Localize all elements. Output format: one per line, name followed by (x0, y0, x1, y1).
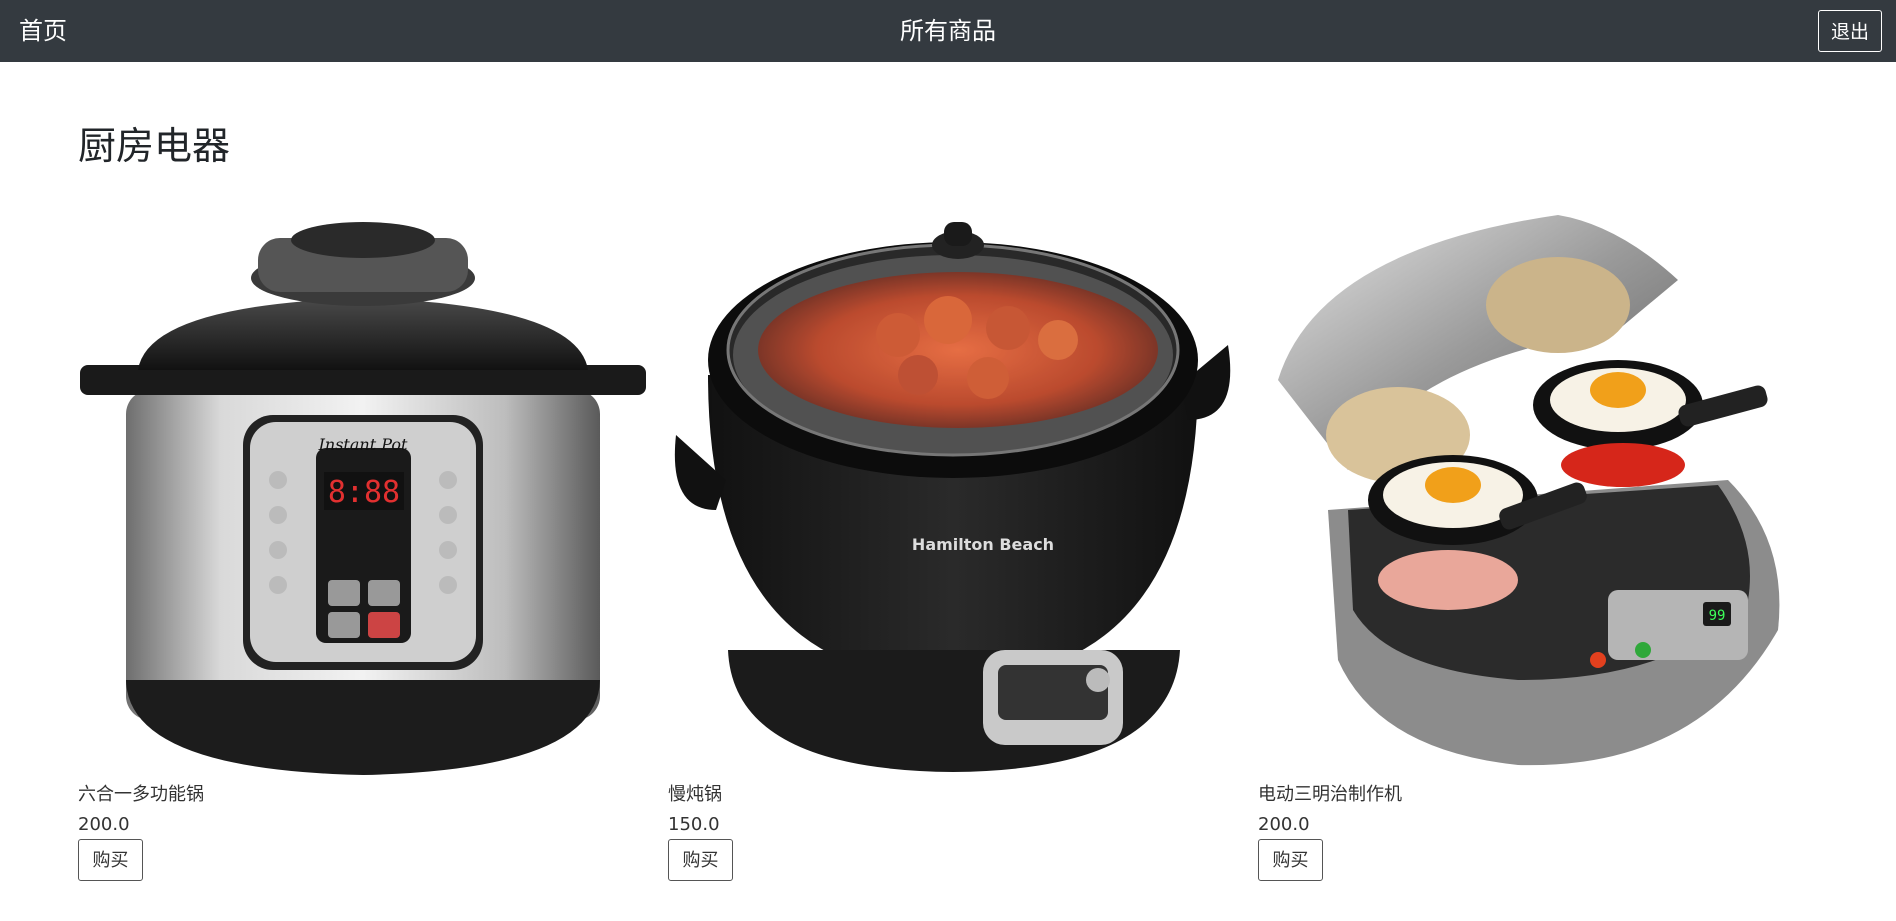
product-price: 150.0 (668, 814, 720, 835)
svg-text:8:88: 8:88 (328, 475, 400, 510)
buy-button[interactable]: 购买 (668, 839, 733, 881)
product-price: 200.0 (78, 814, 130, 835)
brand-label: Hamilton Beach (912, 535, 1054, 554)
buy-button[interactable]: 购买 (78, 839, 143, 881)
product-card: Instant Pot 8:88 六合一多功能锅 200.0 购买 (78, 210, 648, 890)
product-name: 电动三明治制作机 (1258, 784, 1402, 805)
product-price: 200.0 (1258, 814, 1310, 835)
product-card: 99 电动三明治制作机 200.0 购买 (1258, 210, 1828, 890)
logout-button[interactable]: 退出 (1818, 10, 1882, 52)
svg-text:99: 99 (1709, 608, 1726, 624)
product-name: 六合一多功能锅 (78, 784, 204, 805)
buy-button[interactable]: 购买 (1258, 839, 1323, 881)
slow-cooker-illustration: Hamilton Beach (674, 222, 1231, 772)
slow-cooker-image[interactable]: Hamilton Beach (668, 210, 1238, 780)
pressure-cooker-illustration: Instant Pot 8:88 (80, 222, 646, 775)
top-navbar: 首页 所有商品 退出 (0, 0, 1896, 62)
sandwich-maker-image[interactable]: 99 (1258, 210, 1828, 780)
pressure-cooker-image[interactable]: Instant Pot 8:88 (78, 210, 648, 780)
brand-label: Instant Pot (318, 435, 408, 454)
category-heading: 厨房电器 (78, 124, 231, 168)
page-title: 所有商品 (900, 17, 996, 45)
product-card: Hamilton Beach 慢炖锅 150.0 购买 (668, 210, 1238, 890)
sandwich-maker-illustration: 99 (1278, 215, 1780, 766)
product-name: 慢炖锅 (668, 784, 722, 805)
